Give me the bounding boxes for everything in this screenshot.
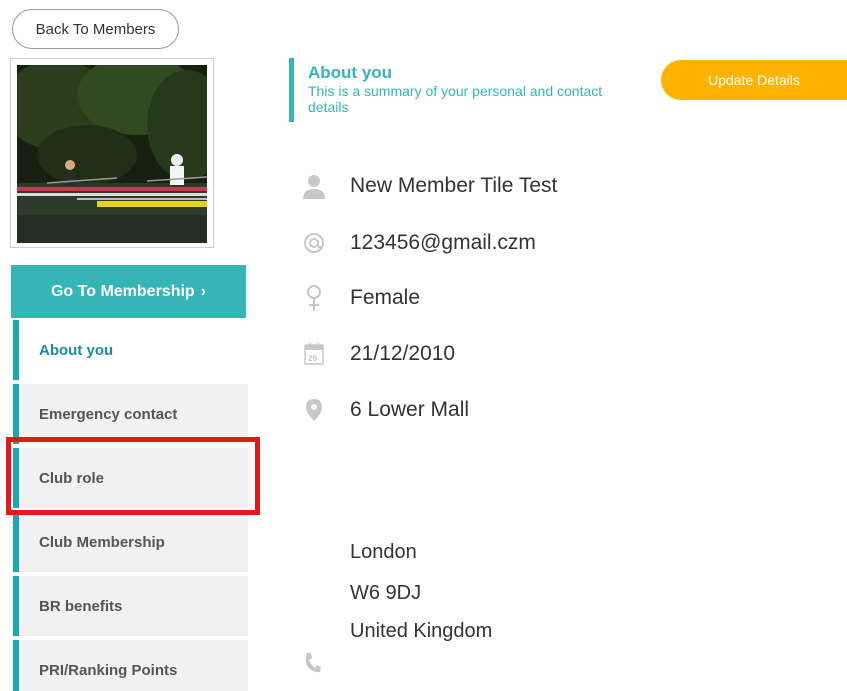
detail-email-row: 123456@gmail.czm bbox=[300, 229, 536, 257]
calendar-day: 29 bbox=[308, 354, 317, 363]
sidebar-item-label: Club role bbox=[39, 469, 105, 487]
member-name: New Member Tile Test bbox=[350, 174, 558, 197]
go-to-membership-button[interactable]: Go To Membership › bbox=[11, 265, 246, 318]
member-email: 123456@gmail.czm bbox=[350, 231, 536, 254]
at-icon bbox=[300, 229, 328, 257]
section-subtitle: This is a summary of your personal and c… bbox=[308, 83, 603, 115]
back-to-members-button[interactable]: Back To Members bbox=[12, 9, 179, 49]
sidebar-menu: About you Emergency contact Club role Cl… bbox=[13, 320, 248, 691]
sidebar-item-label: BR benefits bbox=[39, 597, 123, 615]
member-gender: Female bbox=[350, 286, 421, 309]
sidebar-item-label: PRI/Ranking Points bbox=[39, 661, 178, 679]
sidebar-item-club-membership[interactable]: Club Membership bbox=[13, 512, 248, 572]
sidebar-item-emergency-contact[interactable]: Emergency contact bbox=[13, 384, 248, 444]
chevron-right-icon: › bbox=[200, 282, 207, 300]
sidebar-item-label: Emergency contact bbox=[39, 405, 178, 423]
detail-name-row: New Member Tile Test bbox=[300, 172, 557, 200]
update-details-button[interactable]: Update Details bbox=[661, 60, 847, 100]
address-city: London bbox=[350, 541, 417, 563]
calendar-icon: 29 bbox=[300, 340, 328, 368]
detail-dob-row: 29 21/12/2010 bbox=[300, 340, 455, 368]
sidebar-item-pri-ranking-points[interactable]: PRI/Ranking Points bbox=[13, 640, 248, 691]
sidebar-item-br-benefits[interactable]: BR benefits bbox=[13, 576, 248, 636]
sidebar-item-label: Club Membership bbox=[39, 533, 165, 551]
member-photo bbox=[10, 58, 214, 248]
user-icon bbox=[300, 172, 328, 200]
address-country: United Kingdom bbox=[350, 620, 493, 642]
female-icon bbox=[300, 284, 328, 312]
member-photo-image bbox=[17, 65, 207, 243]
detail-address-row: 6 Lower Mall bbox=[300, 396, 469, 424]
address-postcode: W6 9DJ bbox=[350, 582, 422, 604]
section-header: About you This is a summary of your pers… bbox=[289, 58, 638, 122]
sidebar-item-label: About you bbox=[39, 341, 114, 359]
phone-icon bbox=[303, 652, 323, 674]
sidebar-item-about-you[interactable]: About you bbox=[13, 320, 248, 380]
member-dob: 21/12/2010 bbox=[350, 342, 456, 365]
address-line-1: 6 Lower Mall bbox=[350, 398, 470, 421]
go-to-membership-label: Go To Membership bbox=[50, 282, 195, 300]
detail-gender-row: Female bbox=[300, 284, 420, 312]
location-pin-icon bbox=[300, 396, 328, 424]
section-title: About you bbox=[308, 63, 393, 82]
sidebar-item-club-role[interactable]: Club role bbox=[13, 448, 248, 508]
